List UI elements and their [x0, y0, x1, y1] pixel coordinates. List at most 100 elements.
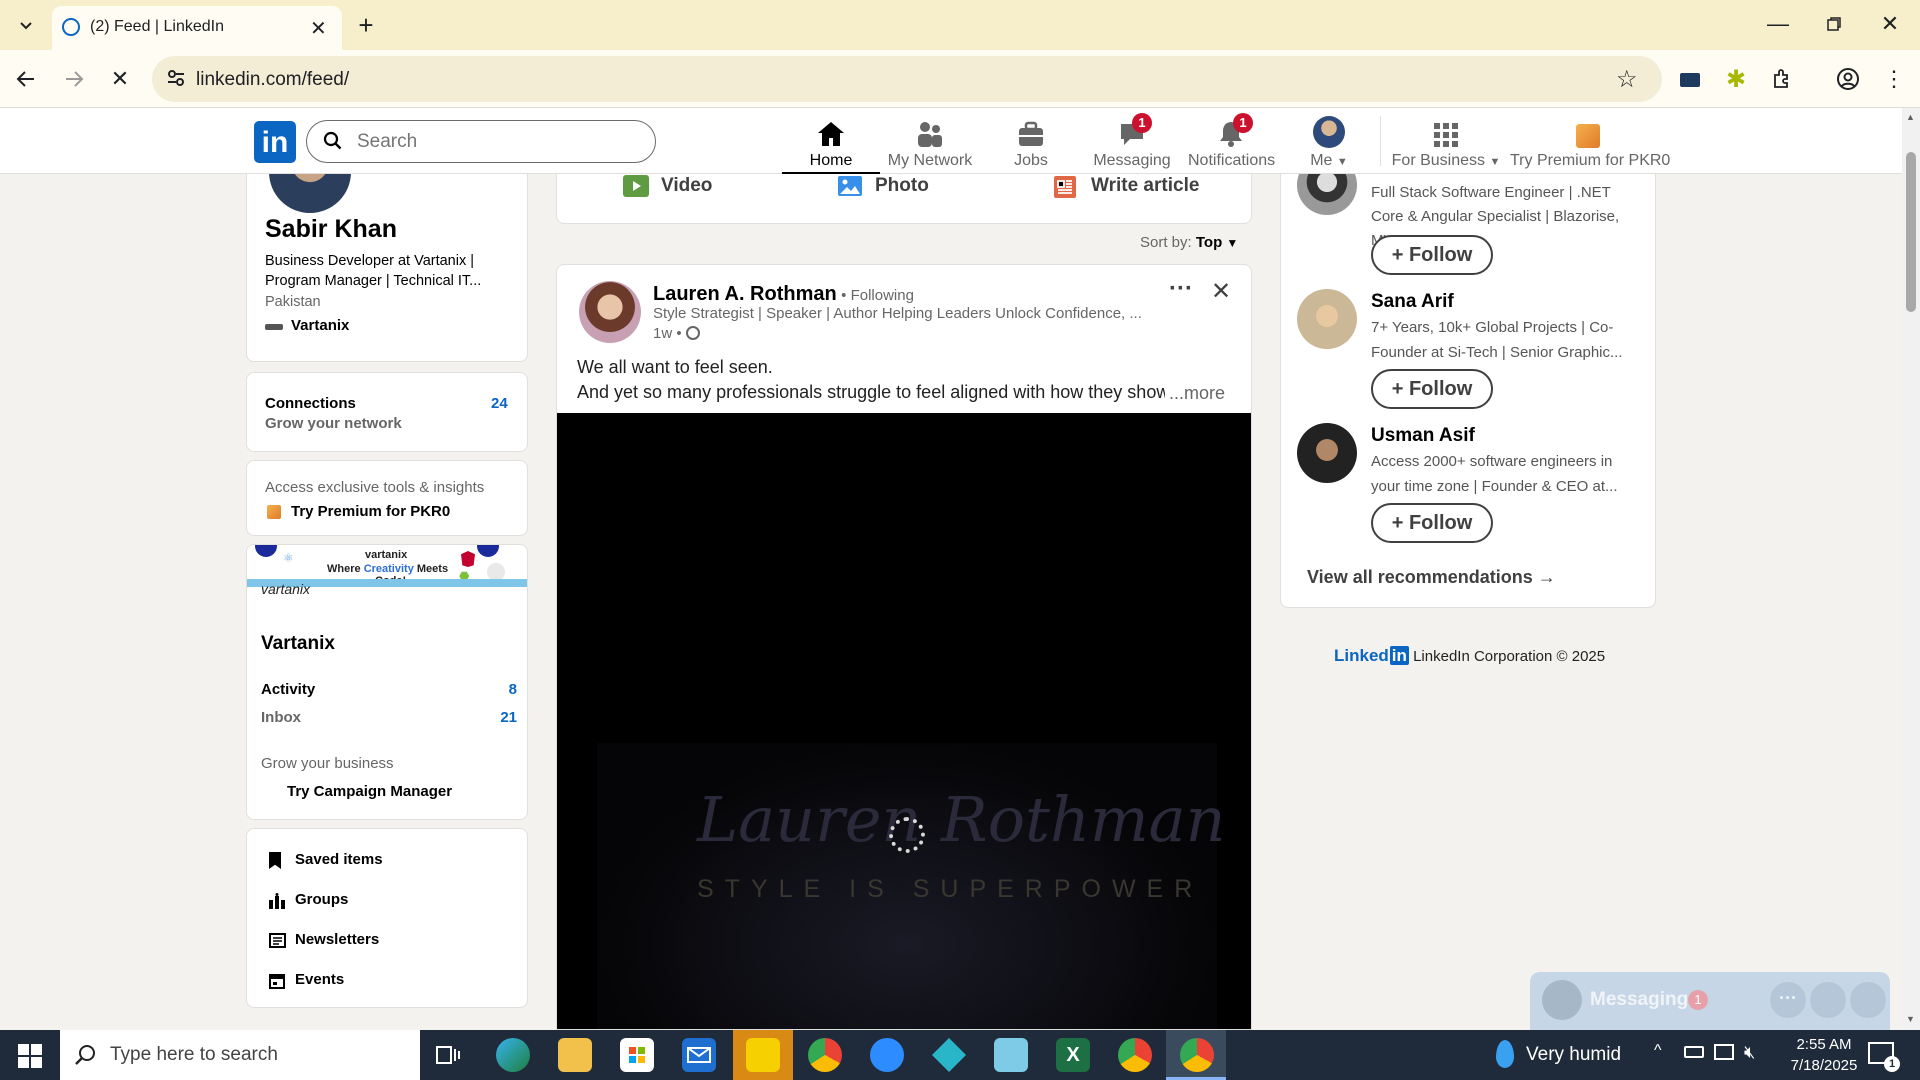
post-options-icon[interactable]: ··· — [1169, 275, 1193, 303]
nav-for-business[interactable]: For Business ▼ — [1388, 108, 1504, 174]
post-see-more[interactable]: ...more — [1165, 383, 1226, 404]
edge-browser-icon[interactable] — [496, 1038, 530, 1072]
react-icon: ⚛ — [283, 551, 294, 565]
app-diamond-icon[interactable] — [932, 1038, 966, 1072]
follow-button[interactable]: + Follow — [1371, 369, 1493, 409]
address-bar[interactable]: linkedin.com/feed/ ☆ — [152, 56, 1662, 102]
messaging-overlay[interactable]: Messaging 1 ··· — [1530, 972, 1890, 1030]
premium-card[interactable]: Access exclusive tools & insights Try Pr… — [246, 460, 528, 536]
close-window-icon[interactable]: ✕ — [1876, 10, 1904, 38]
tab-close-icon[interactable]: ✕ — [310, 16, 327, 41]
new-tab-icon[interactable]: + — [352, 10, 380, 40]
compose-message-icon[interactable] — [1810, 982, 1846, 1018]
nav-my-network[interactable]: My Network — [880, 108, 980, 174]
scroll-down-icon[interactable]: ▼ — [1906, 1014, 1915, 1024]
site-info-icon[interactable] — [166, 68, 186, 93]
forward-icon[interactable] — [60, 65, 88, 93]
messaging-options-icon[interactable]: ··· — [1770, 982, 1806, 1018]
briefcase-icon — [1000, 108, 1062, 148]
nav-try-premium[interactable]: Try Premium for PKR0 — [1510, 108, 1670, 174]
nav-home[interactable]: Home — [782, 108, 880, 174]
scrollbar-thumb[interactable] — [1906, 152, 1916, 312]
collapse-messaging-icon[interactable] — [1850, 982, 1886, 1018]
loading-spinner-icon — [889, 817, 925, 853]
network-icon[interactable] — [1714, 1044, 1734, 1060]
recommendation-name[interactable]: Usman Asif — [1371, 425, 1475, 447]
page-banner[interactable]: ⚛ vartanix Where Creativity Meets Code! … — [247, 545, 527, 597]
profile-account-icon[interactable] — [1834, 65, 1862, 93]
sticky-notes-icon[interactable] — [746, 1038, 780, 1072]
minimize-icon[interactable]: — — [1764, 10, 1792, 38]
grid-icon — [1388, 108, 1504, 148]
campaign-manager-link[interactable]: Try Campaign Manager — [287, 783, 452, 800]
stop-loading-icon[interactable]: ✕ — [106, 65, 134, 93]
microsoft-store-icon[interactable] — [620, 1038, 654, 1072]
file-explorer-icon[interactable] — [558, 1038, 592, 1072]
page-inbox-row[interactable]: Inbox 21 — [261, 709, 517, 729]
browser-toolbar: ✕ linkedin.com/feed/ ☆ ✱ ⋮ — [0, 50, 1920, 108]
sort-dropdown[interactable]: Sort by: Top ▼ — [1140, 234, 1238, 254]
recommendation-name[interactable]: Sana Arif — [1371, 291, 1454, 313]
scroll-up-icon[interactable]: ▲ — [1906, 112, 1915, 122]
weather-text[interactable]: Very humid — [1526, 1044, 1621, 1066]
extensions-puzzle-icon[interactable] — [1768, 65, 1796, 93]
tab-linkedin-feed[interactable]: (2) Feed | LinkedIn ✕ — [52, 6, 342, 50]
windows-start-icon[interactable] — [18, 1044, 42, 1073]
messaging-icon — [1090, 108, 1174, 148]
post-following-label: • Following — [841, 287, 914, 304]
connections-card[interactable]: Connections Grow your network 24 — [246, 372, 528, 452]
mail-icon[interactable] — [682, 1038, 716, 1072]
view-all-recommendations-link[interactable]: View all recommendations → — [1307, 567, 1556, 588]
extension-asterisk-icon[interactable]: ✱ — [1722, 65, 1750, 93]
post-video[interactable]: Lauren Rothman STYLE IS SUPERPOWER — [557, 413, 1251, 1029]
company-logo-icon — [265, 324, 283, 330]
search-box[interactable] — [306, 120, 656, 163]
post-dismiss-icon[interactable]: ✕ — [1211, 277, 1231, 306]
feed-post: Lauren A. Rothman • Following Style Stra… — [556, 264, 1252, 1030]
search-icon — [323, 131, 343, 156]
messaging-count-badge: 1 — [1688, 990, 1708, 1010]
taskbar-search-box[interactable]: Type here to search — [60, 1030, 420, 1080]
post-author-name[interactable]: Lauren A. Rothman — [653, 283, 837, 305]
post-author-avatar[interactable] — [579, 281, 641, 343]
taskbar-clock[interactable]: 2:55 AM 7/18/2025 — [1776, 1034, 1872, 1076]
connections-count: 24 — [491, 395, 508, 412]
taskbar-search-placeholder: Type here to search — [110, 1044, 278, 1065]
globe-icon — [685, 326, 700, 340]
profile-company[interactable]: Vartanix — [291, 317, 349, 334]
premium-link[interactable]: Try Premium for PKR0 — [291, 503, 450, 520]
chrome-profile-icon[interactable] — [1118, 1038, 1152, 1072]
nav-jobs[interactable]: Jobs — [1000, 108, 1062, 174]
volume-mute-icon[interactable]: 🔇︎ — [1744, 1042, 1755, 1063]
bookmark-star-icon[interactable]: ☆ — [1616, 65, 1638, 94]
page-name[interactable]: Vartanix — [261, 633, 335, 655]
notepad-icon[interactable] — [994, 1038, 1028, 1072]
footer-logo[interactable]: Linked in — [1334, 646, 1409, 665]
nav-notifications[interactable]: 1 Notifications — [1188, 108, 1275, 174]
browser-menu-icon[interactable]: ⋮ — [1880, 65, 1908, 93]
excel-icon[interactable]: X — [1056, 1038, 1090, 1072]
battery-icon[interactable] — [1684, 1046, 1704, 1058]
nav-me[interactable]: Me ▼ — [1300, 108, 1358, 174]
extension-folder-icon[interactable] — [1676, 65, 1704, 93]
recommendations-card: Full Stack Software Engineer | .NET Core… — [1280, 155, 1656, 608]
chrome-icon[interactable] — [808, 1038, 842, 1072]
recommendation-avatar[interactable] — [1297, 289, 1357, 349]
search-input[interactable] — [357, 129, 637, 155]
page-scrollbar[interactable]: ▲ ▼ — [1902, 108, 1920, 1030]
restore-icon[interactable] — [1820, 10, 1848, 38]
tray-chevron-icon[interactable]: ^ — [1654, 1042, 1662, 1060]
follow-button[interactable]: + Follow — [1371, 503, 1493, 543]
chrome-active-icon[interactable] — [1180, 1038, 1214, 1072]
nav-messaging[interactable]: 1 Messaging — [1090, 108, 1174, 174]
page-activity-row[interactable]: Activity 8 — [261, 681, 517, 701]
profile-name[interactable]: Sabir Khan — [265, 215, 397, 244]
back-icon[interactable] — [12, 65, 40, 93]
zoom-icon[interactable] — [870, 1038, 904, 1072]
chevron-down-icon: ▼ — [1489, 156, 1501, 168]
task-view-icon[interactable] — [436, 1044, 460, 1071]
recommendation-avatar[interactable] — [1297, 423, 1357, 483]
follow-button[interactable]: + Follow — [1371, 235, 1493, 275]
tab-search-chevron-icon[interactable] — [12, 11, 40, 39]
linkedin-logo[interactable]: in — [254, 121, 296, 163]
